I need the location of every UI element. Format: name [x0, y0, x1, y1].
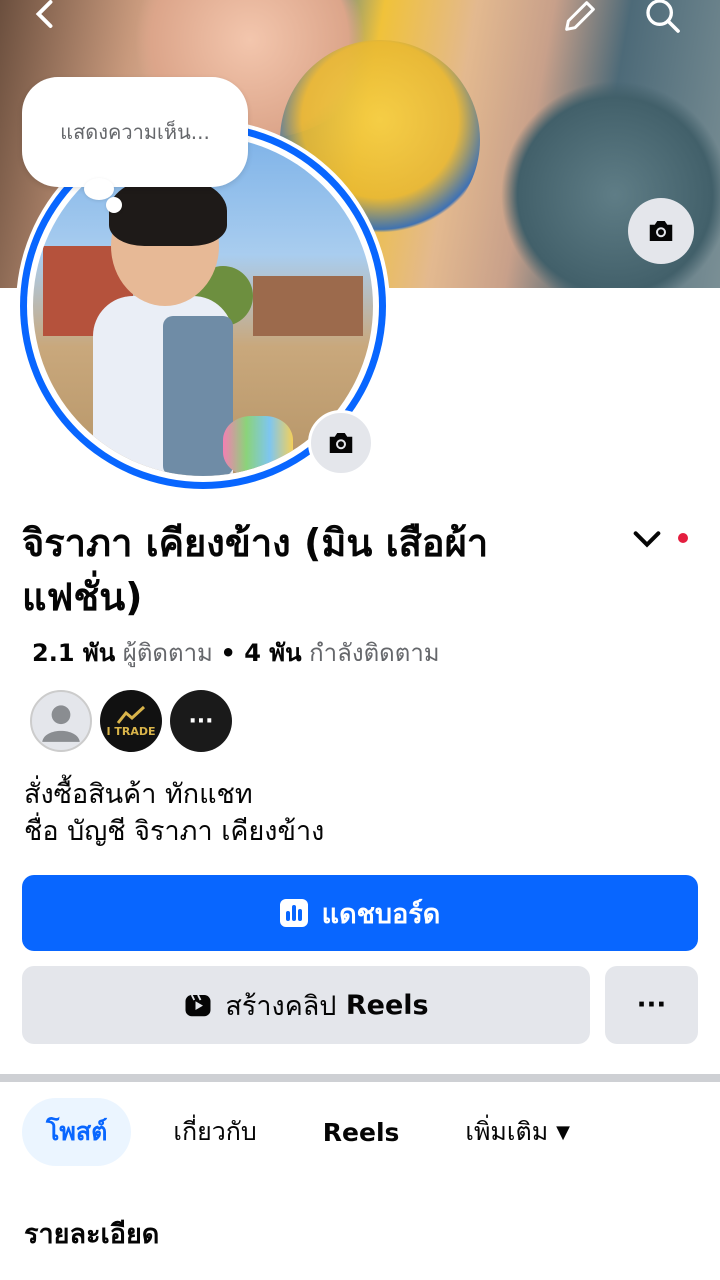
dashboard-icon: [279, 899, 308, 927]
tab-more-label: เพิ่มเติม: [465, 1117, 549, 1146]
create-reels-suffix: Reels: [345, 989, 429, 1021]
profile-bio: สั่งซื้อสินค้า ทักแชท ชื่อ บัญชี จิราภา …: [24, 776, 324, 850]
dashboard-button[interactable]: แดชบอร์ด: [22, 875, 698, 951]
create-reels-prefix: สร้างคลิป: [225, 990, 337, 1022]
reels-icon: [185, 994, 211, 1017]
tab-about[interactable]: เกี่ยวกับ: [149, 1098, 280, 1166]
more-friends-icon[interactable]: ···: [170, 690, 232, 752]
tab-more[interactable]: เพิ่มเติม ▼: [441, 1098, 594, 1166]
profile-tabs: โพสต์ เกี่ยวกับ Reels เพิ่มเติม ▼: [22, 1098, 594, 1166]
note-bubble[interactable]: แสดงความเห็น...: [22, 77, 248, 187]
following-label[interactable]: กำลังติดตาม: [309, 639, 440, 667]
create-reels-button[interactable]: สร้างคลิป Reels: [22, 966, 590, 1044]
caret-down-icon: ▼: [556, 1121, 571, 1143]
edit-cover-camera-icon[interactable]: [628, 198, 694, 264]
notification-dot: [678, 533, 688, 543]
section-divider: [0, 1074, 720, 1082]
bio-line: สั่งซื้อสินค้า ทักแชท: [24, 779, 253, 810]
pencil-icon[interactable]: [560, 0, 600, 42]
edit-profile-camera-icon[interactable]: [308, 410, 374, 476]
bio-line: ชื่อ บัญชี จิราภา เคียงข้าง: [24, 816, 325, 847]
more-options-button[interactable]: ···: [605, 966, 698, 1044]
avatar[interactable]: [30, 690, 92, 752]
followers-count[interactable]: 2.1 พัน: [32, 639, 115, 667]
chevron-left-icon[interactable]: [28, 0, 64, 38]
note-bubble-text: แสดงความเห็น...: [60, 120, 210, 144]
follow-stats: 2.1 พัน ผู้ติดตาม • 4 พัน กำลังติดตาม: [32, 633, 440, 672]
note-bubble-tail: [84, 178, 114, 200]
followers-label[interactable]: ผู้ติดตาม: [123, 639, 213, 667]
avatar-label: I TRADE: [106, 724, 156, 738]
tab-posts[interactable]: โพสต์: [22, 1098, 132, 1166]
stats-separator: •: [220, 639, 245, 667]
details-heading: รายละเอียด: [24, 1219, 160, 1250]
tab-reels[interactable]: Reels: [299, 1098, 424, 1166]
cover-decor: [500, 80, 720, 288]
profile-name: จิราภา เคียงข้าง (มิน เสือผ้า แฟชั่น): [22, 521, 489, 619]
mutual-friends[interactable]: I TRADE ···: [30, 690, 240, 752]
following-count[interactable]: 4 พัน: [244, 639, 301, 667]
dashboard-label: แดชบอร์ด: [321, 898, 441, 930]
chevron-down-icon[interactable]: [630, 522, 664, 564]
avatar[interactable]: I TRADE: [100, 690, 162, 752]
search-icon[interactable]: [643, 0, 683, 42]
note-bubble-tail: [106, 197, 122, 213]
